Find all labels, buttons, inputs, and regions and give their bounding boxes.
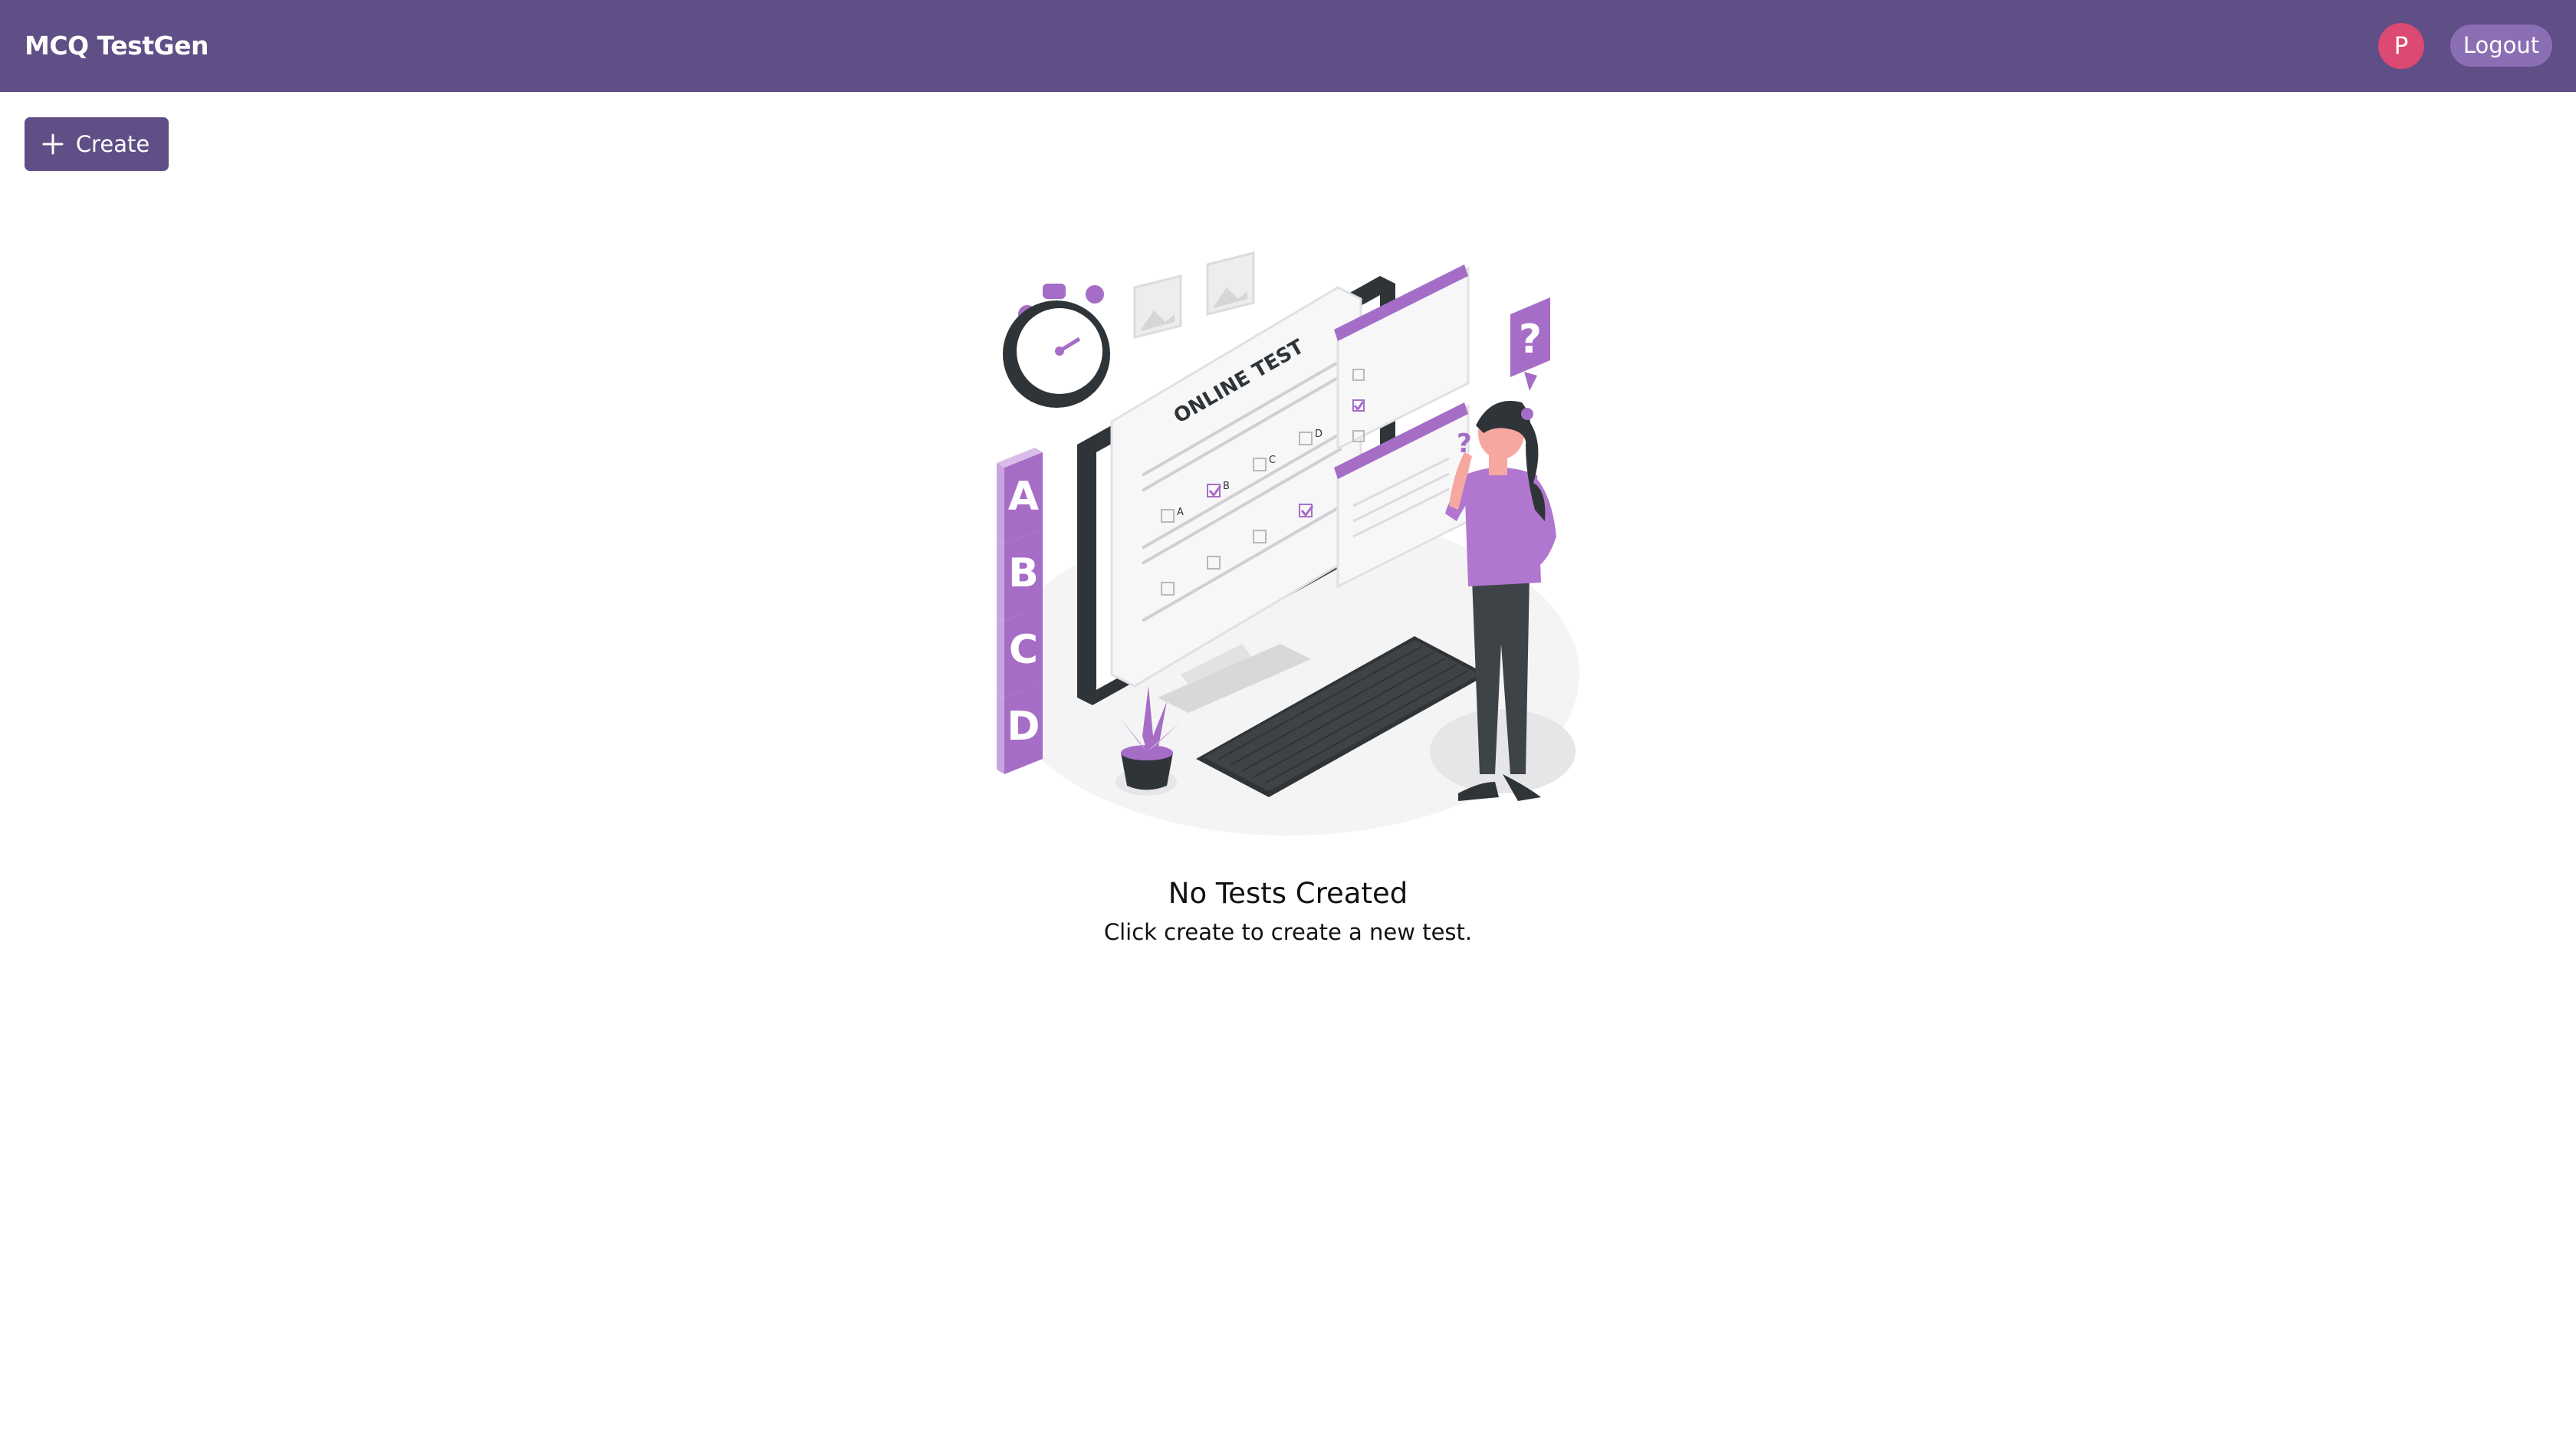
image-placeholder-icon (1133, 251, 1255, 339)
svg-text:?: ? (1519, 317, 1542, 363)
answer-letter-blocks: A B C D (997, 448, 1043, 774)
question-mark-icon: ? (1510, 297, 1550, 391)
create-button[interactable]: Create (25, 117, 169, 171)
option-letter-c: C (1269, 455, 1276, 466)
top-navbar: MCQ TestGen P Logout (0, 0, 2576, 92)
letter-block-a: A (1008, 474, 1039, 520)
option-letter-b: B (1223, 481, 1230, 492)
create-button-label: Create (75, 131, 150, 157)
option-letter-d: D (1315, 428, 1322, 440)
letter-block-b: B (1008, 550, 1039, 596)
empty-state-title: No Tests Created (1168, 877, 1408, 910)
user-avatar[interactable]: P (2378, 23, 2424, 69)
letter-block-d: D (1007, 704, 1040, 750)
empty-state-subtitle: Click create to create a new test. (1103, 919, 1473, 945)
letter-block-c: C (1009, 627, 1038, 673)
option-letter-a: A (1177, 507, 1184, 518)
plus-icon (42, 133, 64, 155)
app-brand[interactable]: MCQ TestGen (25, 26, 209, 66)
svg-text:?: ? (1457, 428, 1472, 459)
online-test-illustration: A B C D ONLINE TEST A B C D ? ? (997, 251, 1579, 836)
stopwatch-icon (1003, 284, 1110, 408)
logout-button[interactable]: Logout (2450, 25, 2552, 67)
